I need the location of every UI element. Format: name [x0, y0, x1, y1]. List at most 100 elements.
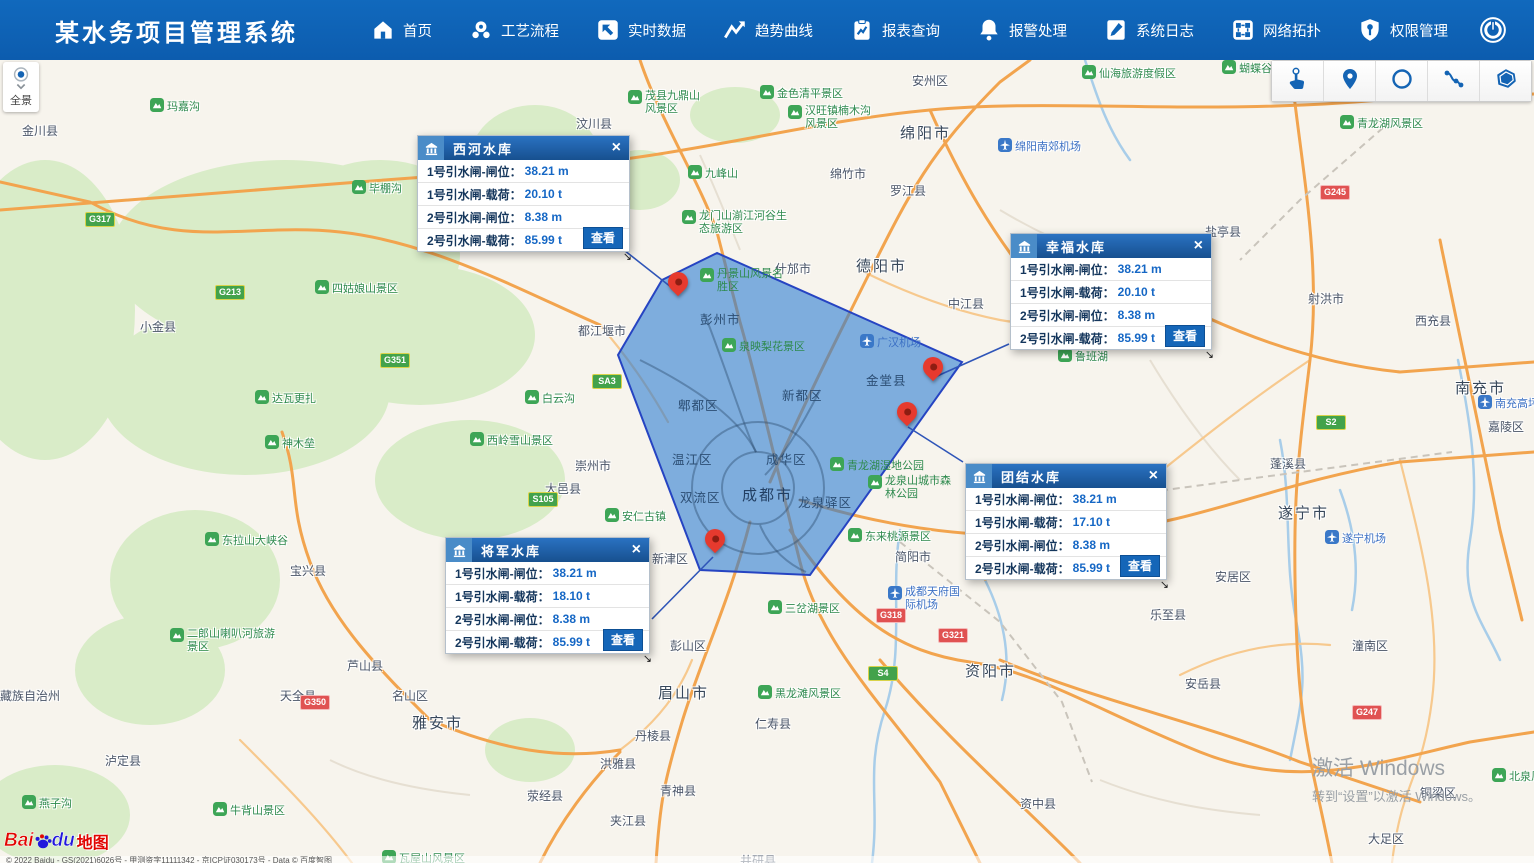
road-shield: G247: [1352, 705, 1382, 720]
panorama-pegman-icon: [10, 66, 32, 92]
popup-body: 1号引水闸-闸位：38.21 m1号引水闸-载荷：18.10 t2号引水闸-闸位…: [446, 562, 649, 653]
map-label: 二郎山喇叭河旅游景区: [170, 628, 280, 653]
map-label: 三岔湖景区: [768, 600, 840, 616]
airport-icon: [1325, 530, 1339, 544]
popup-row: 1号引水闸-闸位：38.21 m: [966, 488, 1166, 511]
map-label: 射洪市: [1308, 290, 1344, 307]
circle-tool-button[interactable]: [1376, 61, 1428, 101]
marker-tool-button[interactable]: [1324, 61, 1376, 101]
popup-row: 2号引水闸-闸位：8.38 m: [446, 608, 649, 631]
scenic-area-icon: [170, 628, 184, 642]
reservoir-icon: [1011, 234, 1037, 258]
nav-item-realtime[interactable]: 实时数据: [595, 17, 686, 43]
map-label: 九峰山: [688, 165, 738, 181]
map-label: 东拉山大峡谷: [205, 532, 288, 548]
reservoir-icon: [418, 136, 444, 160]
road-shield: G350: [300, 695, 330, 710]
map-label: 安州区: [912, 72, 948, 89]
popup-row: 2号引水闸-载荷：85.99 t查看: [966, 557, 1166, 579]
map-label: 仁寿县: [755, 715, 791, 732]
nav-item-alarm[interactable]: 报警处理: [976, 17, 1067, 43]
map-label: 仙海旅游度假区: [1082, 65, 1176, 81]
map-pin[interactable]: [893, 398, 921, 426]
map-label: 西充县: [1415, 312, 1451, 329]
map-label: 夹江县: [610, 812, 646, 829]
popup-row: 1号引水闸-载荷：18.10 t: [446, 585, 649, 608]
map-pin[interactable]: [664, 268, 692, 296]
logout-power-button[interactable]: [1478, 15, 1508, 45]
popup-row: 2号引水闸-载荷：85.99 t查看: [418, 229, 629, 251]
permission-shield-icon: [1357, 17, 1383, 43]
scenic-area-icon: [1340, 115, 1354, 129]
scenic-area-icon: [213, 802, 227, 816]
nav-item-home[interactable]: 首页: [370, 17, 432, 43]
popup-body: 1号引水闸-闸位：38.21 m1号引水闸-载荷：20.10 t2号引水闸-闸位…: [1011, 258, 1211, 349]
windows-activation-watermark: 激活 Windows 转到“设置”以激活 Windows。: [1312, 752, 1481, 805]
popup-row: 2号引水闸-闸位：8.38 m: [418, 206, 629, 229]
scenic-area-icon: [682, 210, 696, 224]
scenic-area-icon: [205, 532, 219, 546]
polygon-tool-button[interactable]: [1480, 61, 1531, 101]
polyline-tool-button[interactable]: [1428, 61, 1480, 101]
map-label: 温江区: [672, 449, 713, 468]
close-icon[interactable]: ×: [624, 538, 649, 562]
panorama-control[interactable]: 全景: [3, 62, 39, 112]
road-shield: G245: [1320, 185, 1350, 200]
road-shield: S2: [1316, 415, 1346, 430]
popup-anchor-arrow: ↘: [623, 250, 632, 263]
map-label: 遂宁市: [1278, 502, 1329, 523]
map-label: 青神县: [660, 782, 696, 799]
map-label: 新津区: [652, 550, 688, 567]
scenic-area-icon: [525, 390, 539, 404]
map-canvas[interactable]: 金川县汶川县小金县安州区绵阳市罗江县绵竹市什邡市德阳市中江县盐亭县射洪市西充县南…: [0, 60, 1534, 863]
nav-item-trend[interactable]: 趋势曲线: [722, 17, 813, 43]
nav-item-permission[interactable]: 权限管理: [1357, 17, 1448, 43]
map-label: 潼南区: [1352, 637, 1388, 654]
map-label: 宝兴县: [290, 562, 326, 579]
close-icon[interactable]: ×: [1186, 234, 1211, 258]
map-label: 汉旺镇楠木沟风景区: [788, 105, 874, 130]
map-label: 资阳市: [965, 660, 1016, 681]
top-nav-bar: 某水务项目管理系统 首页 工艺流程 实时数据 趋势曲线 报表查询 报警处理 系统日志 网络拓扑…: [0, 0, 1534, 60]
nav-item-syslog[interactable]: 系统日志: [1103, 17, 1194, 43]
close-icon[interactable]: ×: [604, 136, 629, 160]
map-label: 白云沟: [525, 390, 575, 406]
view-button[interactable]: 查看: [603, 629, 643, 651]
map-label: 中江县: [948, 295, 984, 312]
baidu-maps-logo: Bai du 地图: [4, 829, 109, 853]
map-label: 北泉风景区: [1492, 768, 1534, 784]
map-label: 南充高坪机场: [1478, 395, 1534, 411]
app-title: 某水务项目管理系统: [55, 13, 298, 48]
map-label: 彭山区: [670, 637, 706, 654]
nav-item-process[interactable]: 工艺流程: [468, 17, 559, 43]
view-button[interactable]: 查看: [583, 227, 623, 249]
panorama-label: 全景: [10, 92, 32, 108]
map-label: 毕棚沟: [352, 180, 402, 196]
map-label: 龙泉驿区: [798, 492, 852, 511]
popup-anchor-arrow: ↘: [1160, 578, 1169, 591]
nav-item-topology[interactable]: 网络拓扑: [1230, 17, 1321, 43]
map-label: 蝴蝶谷: [1222, 60, 1272, 76]
map-label: 荥经县: [527, 787, 563, 804]
road-shield: G318: [876, 608, 906, 623]
map-label: 简阳市: [895, 548, 931, 565]
map-label: 绵阳市: [900, 122, 951, 143]
popup-anchor-arrow: ↘: [643, 652, 652, 665]
view-button[interactable]: 查看: [1120, 555, 1160, 577]
map-label: 四姑娘山景区: [315, 280, 398, 296]
nav-item-report[interactable]: 报表查询: [849, 17, 940, 43]
close-icon[interactable]: ×: [1141, 464, 1166, 488]
map-pin[interactable]: [919, 353, 947, 381]
map-label: 安岳县: [1185, 675, 1221, 692]
view-button[interactable]: 查看: [1165, 325, 1205, 347]
hand-pointer-icon: [1286, 67, 1310, 96]
map-label: 金川县: [22, 122, 58, 139]
map-pin[interactable]: [701, 525, 729, 553]
popup-row: 1号引水闸-闸位：38.21 m: [418, 160, 629, 183]
scenic-area-icon: [700, 268, 714, 282]
popup-row: 2号引水闸-闸位：8.38 m: [966, 534, 1166, 557]
popup-tuanjie: 团结水库×1号引水闸-闸位：38.21 m1号引水闸-载荷：17.10 t2号引…: [965, 463, 1167, 580]
scenic-area-icon: [150, 98, 164, 112]
watermark-line1: 激活 Windows: [1312, 752, 1481, 782]
hand-tool-button[interactable]: [1272, 61, 1324, 101]
